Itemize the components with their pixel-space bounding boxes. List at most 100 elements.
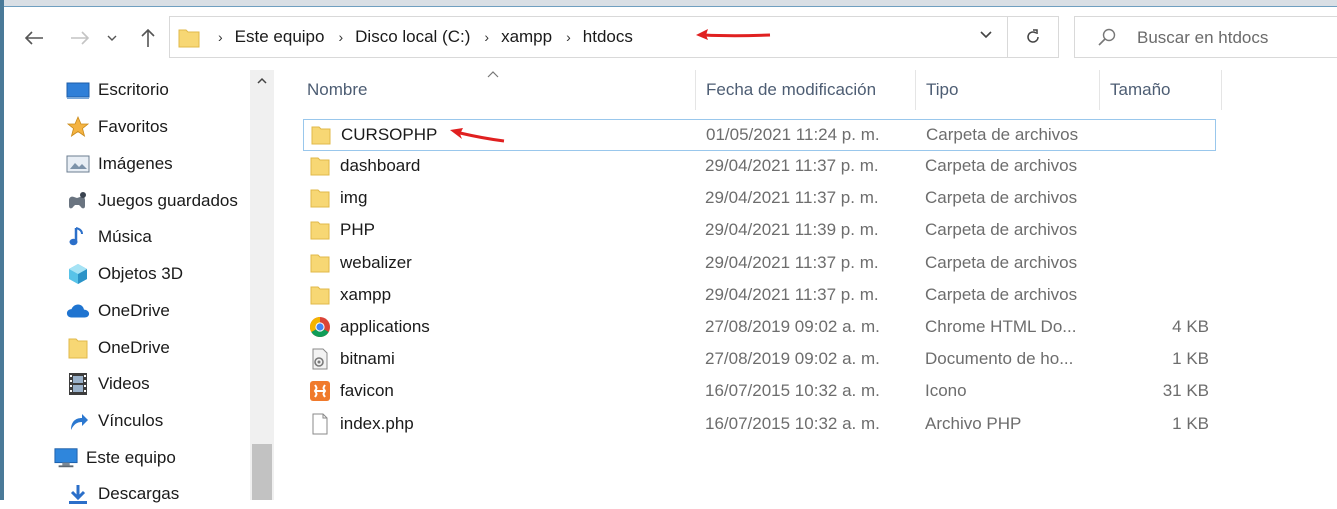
column-divider[interactable] [695, 70, 696, 110]
file-name: bitnami [340, 349, 395, 368]
breadcrumb-este-equipo[interactable]: Este equipo [235, 27, 325, 47]
file-name-cell: index.php [308, 409, 414, 439]
refresh-button[interactable] [1007, 17, 1058, 57]
file-name-cell: CURSOPHP [309, 120, 437, 150]
breadcrumb-separator-icon[interactable]: › [218, 29, 223, 45]
music-icon [66, 225, 90, 249]
file-size [1116, 120, 1210, 150]
file-row-index-php[interactable]: index.php 16/07/2015 10:32 a. m. Archivo… [303, 409, 1216, 441]
sidebar-item-label: OneDrive [98, 301, 170, 320]
scroll-thumb[interactable] [252, 444, 272, 500]
breadcrumb-separator-icon[interactable]: › [566, 29, 571, 45]
sidebar-scrollbar[interactable] [250, 70, 274, 500]
forward-button[interactable] [66, 24, 94, 52]
arrow-left-icon [24, 31, 43, 45]
breadcrumb-disco-local[interactable]: Disco local (C:) [355, 27, 470, 47]
sidebar-item-objetos-3d[interactable]: Objetos 3D [66, 259, 183, 289]
sidebar-item-onedrive[interactable]: OneDrive [66, 296, 170, 326]
file-size [1115, 280, 1209, 310]
sidebar-item-escritorio[interactable]: Escritorio [66, 75, 169, 105]
file-name: PHP [340, 220, 375, 239]
chrome-icon [308, 315, 332, 339]
folder-icon [309, 123, 333, 147]
column-header-name[interactable]: Nombre [307, 70, 367, 110]
search-input[interactable] [1135, 25, 1337, 51]
breadcrumb: › Este equipo › Disco local (C:) › xampp… [208, 17, 633, 57]
file-name-cell: favicon [308, 376, 394, 406]
sidebar-item-favoritos[interactable]: Favoritos [66, 112, 168, 142]
file-row-xampp[interactable]: xampp 29/04/2021 11:37 p. m. Carpeta de … [303, 280, 1216, 312]
sidebar-item-musica[interactable]: Música [66, 222, 152, 252]
file-row-favicon[interactable]: favicon 16/07/2015 10:32 a. m. Icono 31 … [303, 376, 1216, 408]
address-history-dropdown[interactable] [974, 27, 998, 47]
sidebar-item-este-equipo[interactable]: Este equipo [54, 443, 176, 473]
sidebar-item-descargas[interactable]: Descargas [66, 479, 179, 509]
file-size: 31 KB [1162, 381, 1209, 400]
breadcrumb-separator-icon[interactable]: › [338, 29, 343, 45]
file-row-img[interactable]: img 29/04/2021 11:37 p. m. Carpeta de ar… [303, 183, 1216, 215]
file-name: dashboard [340, 156, 421, 175]
sidebar-item-videos[interactable]: Videos [66, 369, 150, 399]
sidebar-item-onedrive-folder[interactable]: OneDrive [66, 333, 170, 363]
file-name-cell: xampp [308, 280, 391, 310]
file-type: Carpeta de archivos [925, 188, 1078, 207]
breadcrumb-htdocs[interactable]: htdocs [583, 27, 633, 47]
saved-games-icon [66, 189, 90, 213]
file-name: CURSOPHP [341, 125, 438, 144]
breadcrumb-separator-icon[interactable]: › [484, 29, 489, 45]
file-size: 4 KB [1172, 317, 1209, 336]
search-box[interactable] [1074, 16, 1337, 58]
file-row-webalizer[interactable]: webalizer 29/04/2021 11:37 p. m. Carpeta… [303, 248, 1216, 280]
refresh-icon [1027, 29, 1039, 43]
sidebar-item-imagenes[interactable]: Imágenes [66, 149, 173, 179]
sidebar-item-label: Imágenes [98, 154, 173, 173]
file-type: Carpeta de archivos [925, 253, 1078, 272]
file-row-bitnami[interactable]: bitnami 27/08/2019 09:02 a. m. Documento… [303, 344, 1216, 376]
film-icon [66, 372, 90, 396]
column-header-size[interactable]: Tamaño [1110, 70, 1170, 110]
file-name-cell: PHP [308, 215, 375, 245]
column-header-date[interactable]: Fecha de modificación [706, 70, 876, 110]
arrow-right-icon [71, 31, 90, 45]
file-name: webalizer [340, 253, 412, 272]
file-type: Archivo PHP [925, 414, 1022, 433]
file-date: 29/04/2021 11:39 p. m. [705, 220, 879, 239]
file-row-php[interactable]: PHP 29/04/2021 11:39 p. m. Carpeta de ar… [303, 215, 1216, 247]
column-divider[interactable] [915, 70, 916, 110]
file-date: 27/08/2019 09:02 a. m. [705, 349, 880, 368]
recent-locations-button[interactable] [102, 24, 122, 52]
column-header-type[interactable]: Tipo [926, 70, 958, 110]
file-size [1115, 183, 1209, 213]
scroll-up-button[interactable] [250, 74, 274, 94]
column-divider[interactable] [1099, 70, 1100, 110]
folder-icon [178, 29, 200, 48]
folder-icon [308, 186, 332, 210]
file-row-cursophp[interactable]: CURSOPHP 01/05/2021 11:24 p. m. Carpeta … [303, 119, 1216, 151]
breadcrumb-xampp[interactable]: xampp [501, 27, 552, 47]
address-bar[interactable]: › Este equipo › Disco local (C:) › xampp… [169, 16, 1059, 58]
file-date: 29/04/2021 11:37 p. m. [705, 188, 879, 207]
folder-icon [308, 218, 332, 242]
file-size [1115, 248, 1209, 278]
chevron-down-icon [107, 35, 117, 41]
sidebar-item-juegos-guardados[interactable]: Juegos guardados [66, 186, 238, 216]
file-date: 29/04/2021 11:37 p. m. [705, 285, 879, 304]
file-size [1115, 151, 1209, 181]
file-icon [308, 412, 332, 436]
up-button[interactable] [134, 24, 162, 52]
window-top-border [0, 6, 1337, 7]
xampp-icon [308, 379, 332, 403]
sidebar-item-vinculos[interactable]: Vínculos [66, 406, 163, 436]
file-row-dashboard[interactable]: dashboard 29/04/2021 11:37 p. m. Carpeta… [303, 151, 1216, 183]
file-row-applications[interactable]: applications 27/08/2019 09:02 a. m. Chro… [303, 312, 1216, 344]
file-type: Carpeta de archivos [926, 125, 1079, 144]
back-button[interactable] [20, 24, 48, 52]
sidebar-item-label: Descargas [98, 484, 180, 503]
column-divider[interactable] [1221, 70, 1222, 110]
sidebar-item-label: Este equipo [86, 448, 176, 467]
file-name: img [340, 188, 368, 207]
file-name-cell: bitnami [308, 344, 395, 374]
cube-3d-icon [66, 262, 90, 286]
chevron-up-icon [257, 77, 267, 84]
sidebar-item-label: Videos [98, 374, 150, 393]
